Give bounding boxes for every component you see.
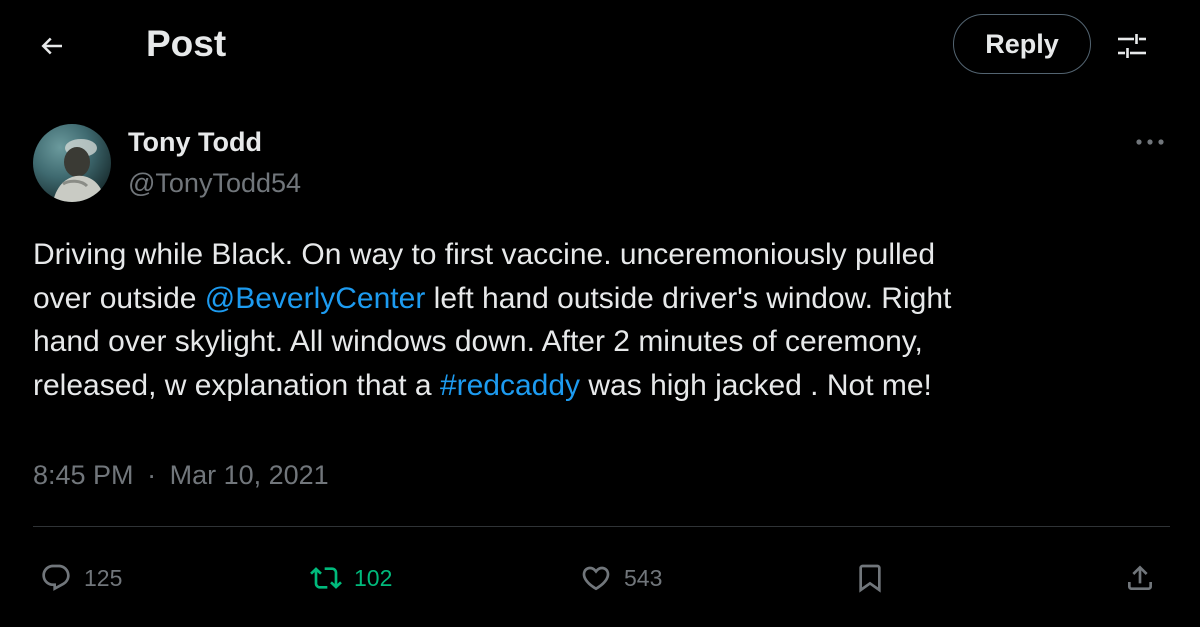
reply-action-button[interactable]: 125	[40, 556, 122, 600]
header-bar: Post Reply	[0, 0, 1200, 90]
tweet-text: Driving while Black. On way to first vac…	[33, 233, 1173, 407]
reply-count: 125	[84, 565, 123, 591]
hashtag-link[interactable]: #redcaddy	[440, 369, 580, 402]
avatar[interactable]	[33, 124, 111, 202]
retweet-action-button[interactable]: 102	[310, 556, 392, 600]
arrow-left-icon	[37, 31, 67, 61]
comment-icon	[40, 562, 72, 594]
back-button[interactable]	[30, 24, 74, 68]
divider	[33, 526, 1170, 527]
like-count: 543	[624, 565, 663, 591]
post-time: 8:45 PM	[33, 460, 134, 490]
more-horizontal-icon	[1135, 138, 1165, 146]
heart-icon	[580, 562, 612, 594]
post-date: Mar 10, 2021	[169, 460, 329, 490]
bookmark-button[interactable]	[850, 556, 890, 600]
sliders-icon	[1114, 28, 1150, 64]
share-button[interactable]	[1120, 556, 1160, 600]
filter-button[interactable]	[1110, 24, 1154, 68]
bookmark-icon	[854, 562, 886, 594]
author-name[interactable]: Tony Todd	[128, 126, 262, 158]
retweet-count: 102	[354, 565, 393, 591]
retweet-icon	[310, 562, 342, 594]
author-handle[interactable]: @TonyTodd54	[128, 167, 301, 199]
mention-link[interactable]: @BeverlyCenter	[205, 282, 426, 315]
page-title: Post	[146, 23, 227, 64]
timestamp-separator: ·	[147, 460, 157, 490]
reply-button[interactable]: Reply	[953, 14, 1091, 74]
like-action-button[interactable]: 543	[580, 556, 662, 600]
tweet-text-part-3: was high jacked . Not me!	[580, 368, 932, 402]
share-icon	[1124, 562, 1156, 594]
more-options-button[interactable]	[1128, 126, 1172, 158]
post-timestamp[interactable]: 8:45 PM · Mar 10, 2021	[33, 458, 329, 492]
